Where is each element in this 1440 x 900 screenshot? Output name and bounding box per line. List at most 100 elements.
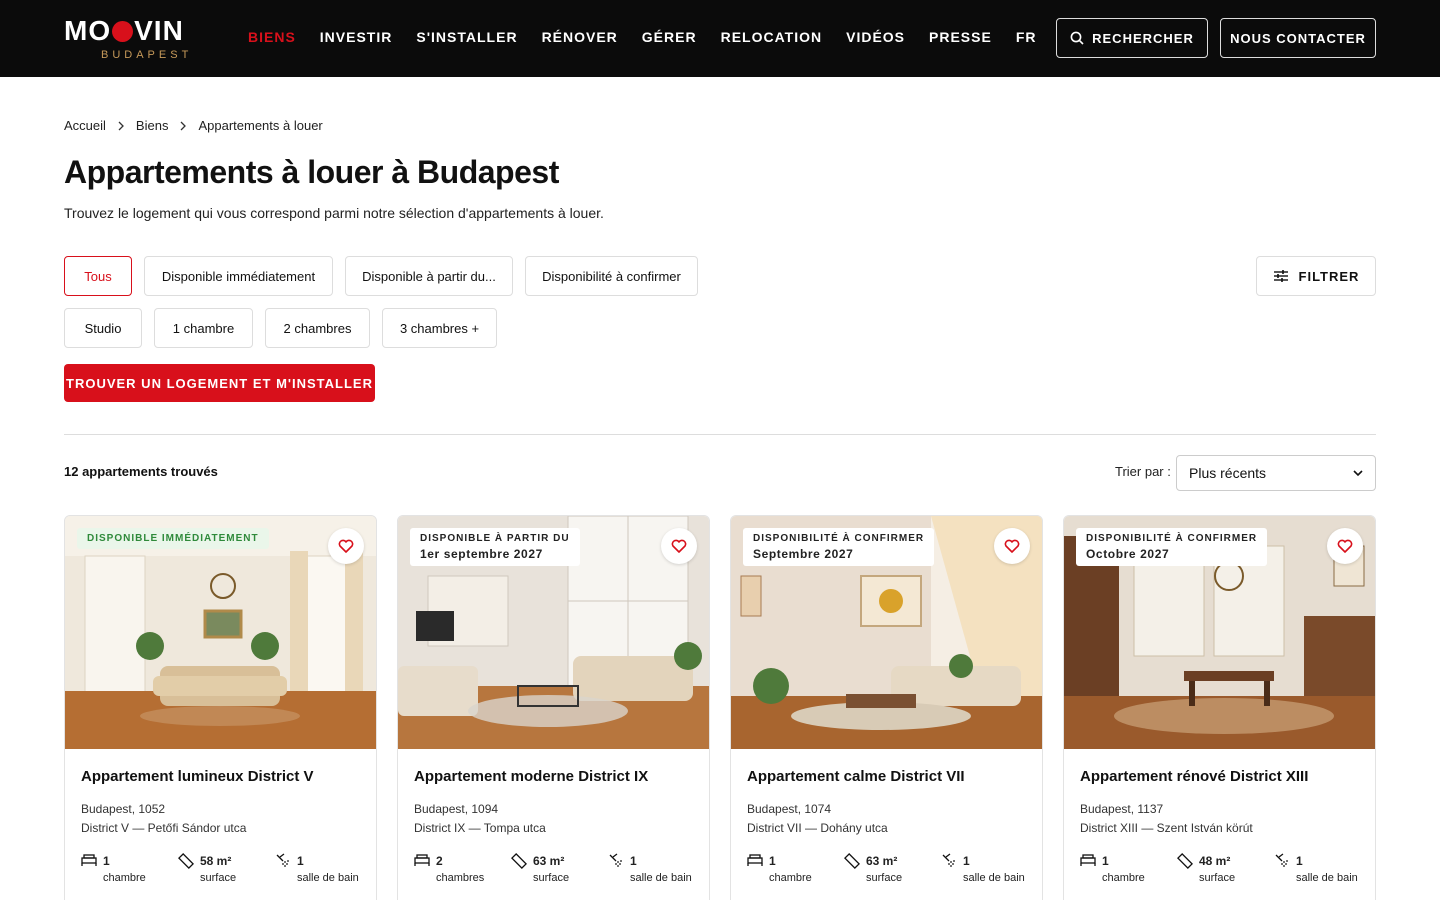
property-street: District V — Petőfi Sándor utca [81,821,247,835]
main-nav: BIENS INVESTIR S'INSTALLER RÉNOVER GÉRER… [248,29,1061,45]
surface-label: surface [866,872,903,884]
nav-item-sinstaller[interactable]: S'INSTALLER [416,29,517,45]
property-card[interactable]: DISPONIBLE À PARTIR DU 1er septembre 2027… [397,515,710,900]
feature-rooms: 2 chambres [414,853,484,887]
breadcrumb-biens[interactable]: Biens [136,118,169,133]
sort-select-value: Plus récents [1189,465,1267,481]
feature-surface: 63 m² surface [844,853,902,887]
filter-button-label: FILTRER [1298,268,1360,284]
favorite-button[interactable] [994,528,1030,564]
contact-button[interactable]: NOUS CONTACTER [1220,18,1376,58]
language-switch[interactable]: FR [1016,29,1037,45]
availability-badge: DISPONIBLE IMMÉDIATEMENT [77,528,269,549]
availability-badge: DISPONIBILITÉ À CONFIRMER Septembre 2027 [743,528,935,566]
page-subtitle: Trouvez le logement qui vous correspond … [64,205,604,221]
filter-chip-disponibilite-a-confirmer[interactable]: Disponibilité à confirmer [525,256,698,296]
feature-bathroom: 1 salle de bain [941,853,1025,887]
logo-letters-end: VIN [134,15,184,46]
availability-badge-label: DISPONIBILITÉ À CONFIRMER [1086,533,1258,544]
nav-item-investir[interactable]: INVESTIR [320,29,393,45]
sort-label: Trier par : [1115,464,1171,479]
bath-label: salle de bain [963,872,1025,884]
chevron-right-icon [118,121,124,130]
property-card[interactable]: DISPONIBILITÉ À CONFIRMER Octobre 2027 Ap… [1063,515,1376,900]
contact-button-label: NOUS CONTACTER [1230,30,1366,46]
find-housing-button[interactable]: TROUVER UN LOGEMENT ET M'INSTALLER [64,364,375,402]
ruler-icon [511,853,527,869]
bath-value: 1 [297,854,304,868]
feature-bathroom: 1 salle de bain [1274,853,1358,887]
heart-icon [1337,539,1353,553]
filter-chip-studio[interactable]: Studio [64,308,142,348]
filter-chip-disponible-immediatement[interactable]: Disponible immédiatement [144,256,333,296]
nav-item-renover[interactable]: RÉNOVER [542,29,618,45]
feature-rooms: 1 chambre [747,853,812,887]
nav-item-gerer[interactable]: GÉRER [642,29,697,45]
property-title[interactable]: Appartement lumineux District V [81,768,314,785]
favorite-button[interactable] [328,528,364,564]
nav-item-presse[interactable]: PRESSE [929,29,992,45]
filter-chip-2-chambres[interactable]: 2 chambres [265,308,370,348]
property-street: District XIII — Szent István körút [1080,821,1253,835]
rooms-value: 1 [769,854,776,868]
feature-surface: 58 m² surface [178,853,236,887]
surface-value: 58 m² [200,854,232,868]
availability-date: 1er septembre 2027 [420,547,543,561]
feature-bathroom: 1 salle de bain [608,853,692,887]
search-icon [1070,31,1084,45]
bath-value: 1 [1296,854,1303,868]
sliders-icon [1273,270,1288,282]
favorite-button[interactable] [1327,528,1363,564]
property-city: Budapest, 1074 [747,802,832,816]
shower-icon [609,853,622,867]
surface-value: 48 m² [1199,854,1231,868]
property-street: District VII — Dohány utca [747,821,888,835]
property-street: District IX — Tompa utca [414,821,546,835]
rooms-value: 1 [103,854,110,868]
chevron-right-icon [180,121,187,130]
property-city: Budapest, 1094 [414,802,499,816]
filter-button[interactable]: FILTRER [1256,256,1376,296]
breadcrumb: Accueil Biens Appartements à louer [64,118,323,133]
bed-icon [414,854,430,866]
filter-chip-disponible-a-partir[interactable]: Disponible à partir du... [345,256,513,296]
rooms-label: chambres [436,872,485,884]
breadcrumb-home[interactable]: Accueil [64,118,106,133]
property-title[interactable]: Appartement rénové District XIII [1080,768,1308,785]
nav-item-relocation[interactable]: RELOCATION [721,29,823,45]
rooms-value: 2 [436,854,443,868]
surface-label: surface [1199,872,1236,884]
ruler-icon [844,853,860,869]
sort-select[interactable]: Plus récents [1176,455,1376,491]
chevron-down-icon [1353,470,1363,477]
favorite-button[interactable] [661,528,697,564]
breadcrumb-current: Appartements à louer [198,118,323,133]
rooms-label: chambre [769,872,812,884]
property-title[interactable]: Appartement moderne District IX [414,768,648,785]
logo-red-dot [112,20,134,42]
rooms-value: 1 [1102,854,1109,868]
property-city: Budapest, 1052 [81,802,166,816]
surface-label: surface [200,872,237,884]
moovin-logo[interactable]: M O VIN BUDAPEST [64,16,196,62]
availability-badge-label: DISPONIBLE À PARTIR DU [420,533,570,544]
search-button[interactable]: RECHERCHER [1056,18,1208,58]
top-navigation-bar: M O VIN BUDAPEST BIENS INVESTIR S'INSTALLE… [0,0,1440,77]
nav-item-videos[interactable]: VIDÉOS [846,29,905,45]
filter-chip-1-chambre[interactable]: 1 chambre [154,308,253,348]
availability-date: Octobre 2027 [1086,547,1170,561]
filter-chip-tous[interactable]: Tous [64,256,132,296]
filter-chip-3-chambres-plus[interactable]: 3 chambres + [382,308,497,348]
bed-icon [81,854,97,866]
rooms-label: chambre [103,872,146,884]
nav-item-biens[interactable]: BIENS [248,29,296,45]
property-card[interactable]: DISPONIBLE IMMÉDIATEMENT Appartement lum… [64,515,377,900]
heart-icon [1004,539,1020,553]
availability-badge: DISPONIBILITÉ À CONFIRMER Octobre 2027 [1076,528,1268,566]
property-card[interactable]: DISPONIBILITÉ À CONFIRMER Septembre 2027 … [730,515,1043,900]
feature-surface: 63 m² surface [511,853,569,887]
property-title[interactable]: Appartement calme District VII [747,768,965,785]
ruler-icon [178,853,194,869]
feature-bathroom: 1 salle de bain [275,853,359,887]
shower-icon [1275,853,1288,867]
